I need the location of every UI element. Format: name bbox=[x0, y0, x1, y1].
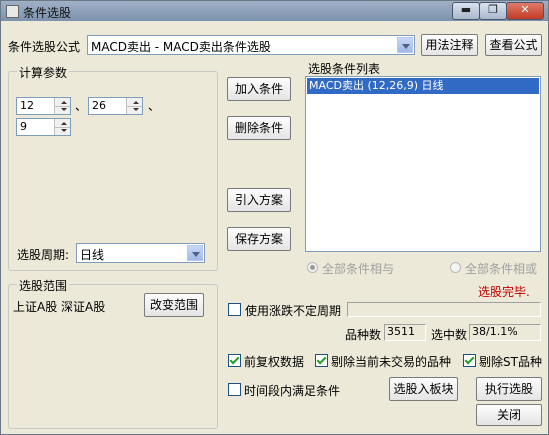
formula-select[interactable]: MACD卖出 - MACD卖出条件选股 bbox=[87, 35, 415, 55]
param-2-stepper[interactable] bbox=[126, 98, 142, 114]
period-select-value: 日线 bbox=[80, 248, 105, 262]
param-2-value: 26 bbox=[92, 99, 106, 112]
params-group-label: 计算参数 bbox=[17, 64, 70, 81]
window-title: 条件选股 bbox=[23, 6, 72, 20]
uncertain-period-label: 使用涨跌不定周期 bbox=[245, 304, 342, 318]
uncertain-period-checkbox[interactable] bbox=[228, 303, 241, 316]
delete-condition-button[interactable]: 删除条件 bbox=[227, 116, 291, 140]
condition-list[interactable]: MACD卖出 (12,26,9) 日线 bbox=[305, 76, 541, 252]
usage-notes-button[interactable]: 用法注释 bbox=[421, 34, 478, 56]
period-label: 选股周期: bbox=[17, 248, 70, 262]
forward-adjust-label: 前复权数据 bbox=[244, 355, 305, 369]
condition-list-label: 选股条件列表 bbox=[308, 62, 381, 76]
selected-count-value: 38/1.1% bbox=[469, 324, 541, 341]
close-window-button[interactable]: ✕ bbox=[506, 2, 544, 20]
param-3-stepper[interactable] bbox=[54, 119, 70, 135]
param-1-value: 12 bbox=[20, 99, 34, 112]
execute-selection-button[interactable]: 执行选股 bbox=[476, 377, 542, 401]
add-to-block-button[interactable]: 选股入板块 bbox=[389, 377, 458, 401]
time-range-label: 时间段内满足条件 bbox=[244, 384, 341, 398]
condition-list-item[interactable]: MACD卖出 (12,26,9) 日线 bbox=[307, 78, 539, 94]
stock-count-label: 品种数 bbox=[345, 328, 382, 342]
exclude-untraded-checkbox[interactable] bbox=[315, 354, 328, 367]
status-text: 选股完毕. bbox=[478, 285, 530, 299]
all-or-label: 全部条件相或 bbox=[465, 262, 538, 276]
param-3-value: 9 bbox=[20, 120, 27, 133]
save-plan-button[interactable]: 保存方案 bbox=[227, 227, 291, 251]
add-condition-button[interactable]: 加入条件 bbox=[227, 77, 291, 101]
exclude-st-label: 剔除ST品种 bbox=[479, 355, 542, 369]
formula-label: 条件选股公式 bbox=[8, 40, 81, 54]
param-1-input[interactable]: 12 bbox=[16, 97, 71, 115]
selected-count-label: 选中数 bbox=[431, 328, 468, 342]
param-separator: 、 bbox=[75, 99, 88, 113]
param-1-stepper[interactable] bbox=[54, 98, 70, 114]
formula-select-value: MACD卖出 - MACD卖出条件选股 bbox=[91, 40, 271, 54]
minimize-button[interactable]: ▬ bbox=[452, 2, 480, 20]
all-and-label: 全部条件相与 bbox=[322, 262, 395, 276]
change-range-button[interactable]: 改变范围 bbox=[144, 293, 204, 317]
all-or-radio[interactable] bbox=[450, 262, 461, 273]
all-and-radio[interactable] bbox=[307, 262, 318, 273]
exclude-st-checkbox[interactable] bbox=[463, 354, 476, 367]
close-button[interactable]: 关闭 bbox=[476, 404, 542, 426]
range-markets: 上证A股 深证A股 bbox=[13, 300, 106, 314]
period-select[interactable]: 日线 bbox=[76, 243, 205, 263]
chevron-down-icon[interactable] bbox=[397, 37, 413, 53]
maximize-button[interactable]: ❐ bbox=[479, 2, 507, 20]
condition-stock-selection-window: 条件选股 ▬ ❐ ✕ 条件选股公式 MACD卖出 - MACD卖出条件选股 用法… bbox=[0, 0, 549, 435]
app-icon bbox=[6, 5, 19, 18]
forward-adjust-checkbox[interactable] bbox=[228, 354, 241, 367]
range-group-label: 选股范围 bbox=[17, 277, 70, 294]
param-2-input[interactable]: 26 bbox=[88, 97, 143, 115]
exclude-untraded-label: 剔除当前未交易的品种 bbox=[331, 355, 452, 369]
time-range-checkbox[interactable] bbox=[228, 383, 241, 396]
title-bar: 条件选股 ▬ ❐ ✕ bbox=[1, 1, 548, 21]
chevron-down-icon[interactable] bbox=[187, 245, 203, 261]
stock-count-value: 3511 bbox=[384, 324, 426, 341]
view-formula-button[interactable]: 查看公式 bbox=[485, 34, 542, 56]
uncertain-period-bar bbox=[347, 302, 541, 317]
param-3-input[interactable]: 9 bbox=[16, 118, 71, 136]
param-separator: 、 bbox=[148, 99, 161, 113]
import-plan-button[interactable]: 引入方案 bbox=[227, 188, 291, 212]
